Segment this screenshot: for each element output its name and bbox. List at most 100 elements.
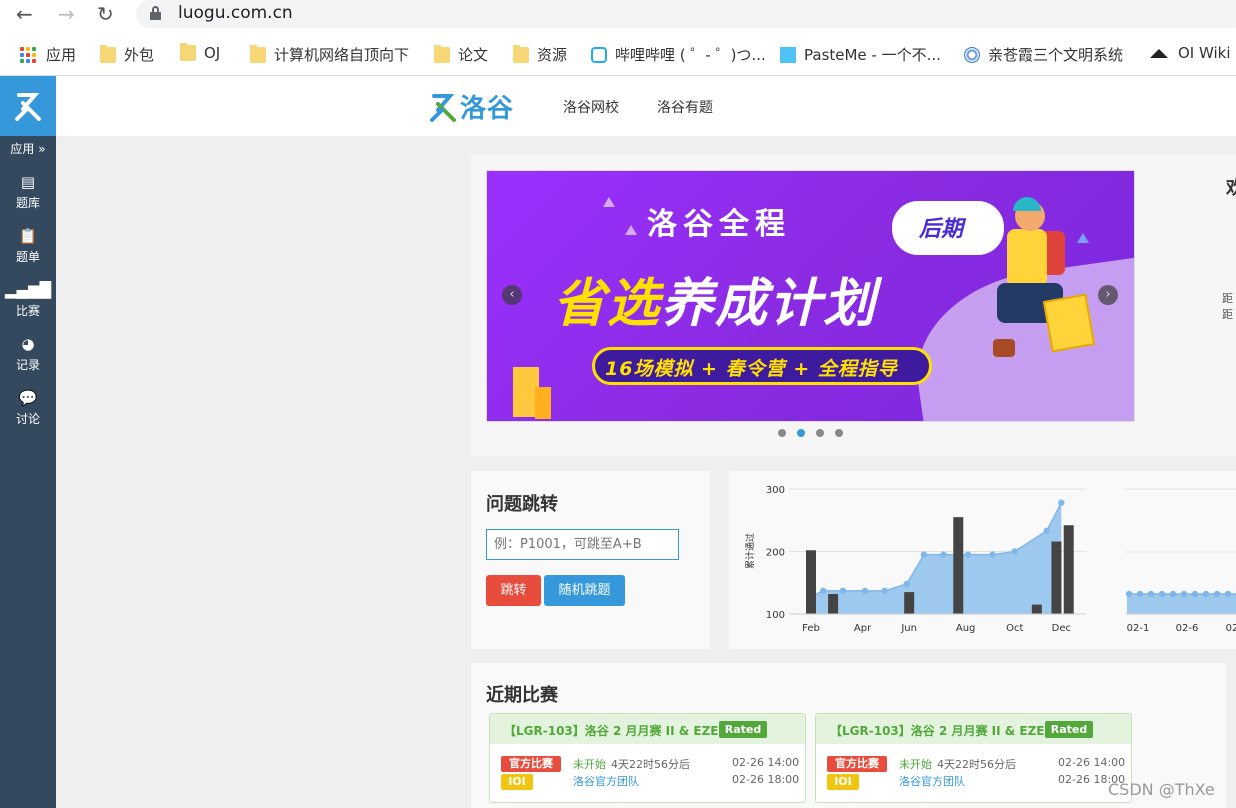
carousel-prev-icon[interactable]: ‹ (502, 285, 522, 305)
promo-banner[interactable]: 洛谷全程 省选养成计划 16场模拟 + 春令营 + 全程指导 后期 (486, 170, 1135, 422)
sidebar-item-problems[interactable]: ▤ 题库 (0, 172, 56, 211)
bookmark-oiwiki[interactable]: OI Wiki (1150, 44, 1231, 62)
sidebar-item-label: 比赛 (15, 304, 40, 318)
ioi-tag: IOI (501, 774, 533, 790)
folder-icon (513, 44, 529, 63)
speech-bubble-text: 后期 (919, 217, 964, 242)
bar (1051, 541, 1062, 614)
banner-line1: 洛谷全程 (647, 207, 791, 242)
pass-count-chart: 300 200 100 累计通过 Feb Apr Jun Aug Oct Dec 02-1 02-6 0… (744, 485, 1236, 634)
bookmark-oj[interactable]: OJ (180, 43, 221, 62)
area-point (903, 580, 910, 588)
carousel-dot[interactable] (816, 429, 824, 437)
bookmark-apps[interactable]: 应用 (20, 44, 76, 65)
banner-line3: 16场模拟 + 春令营 + 全程指导 (605, 358, 898, 380)
lock-icon[interactable] (150, 6, 161, 20)
folder-icon (180, 43, 196, 61)
bookmark-label: OJ (204, 44, 221, 62)
contest-status: 未开始 (899, 758, 932, 771)
problem-jump-input[interactable] (486, 529, 679, 560)
area-series-2 (1127, 594, 1236, 614)
forward-arrow-icon[interactable]: → (58, 2, 75, 26)
carousel-dot[interactable] (835, 429, 843, 437)
sidebar: 应用 » ▤ 题库 📋 题单 ▂▄▆█ 比赛 ◕ 记录 💬 讨论 (0, 76, 56, 808)
sidebar-item-label: 讨论 (15, 412, 40, 426)
bookmark-pasteme[interactable]: PasteMe - 一个不... (780, 44, 941, 65)
nav-luogu-youti[interactable]: 洛谷有题 (657, 97, 713, 117)
brand-logo[interactable]: 洛谷 (430, 88, 514, 125)
reload-icon[interactable]: ↻ (97, 2, 114, 26)
problem-jump-title: 问题跳转 (486, 494, 558, 515)
side-panel-line: 距 (1222, 292, 1233, 305)
contest-start: 02-26 14:00 (732, 756, 800, 769)
area-series (811, 502, 1062, 614)
area-point (940, 551, 947, 558)
back-arrow-icon[interactable]: ← (16, 2, 33, 26)
person-cap-shape (1013, 197, 1041, 211)
double-chevron-right-icon: » (34, 142, 46, 156)
url-box[interactable] (136, 0, 1236, 28)
y-tick-label: 100 (766, 610, 785, 621)
sidebar-item-discuss[interactable]: 💬 讨论 (0, 388, 56, 427)
sidebar-item-records[interactable]: ◕ 记录 (0, 334, 56, 373)
sparkle-shape (625, 225, 637, 235)
contest-start: 02-26 14:00 (1058, 756, 1126, 769)
luogu-logo[interactable] (0, 76, 56, 136)
contest-card[interactable]: 【LGR-103】洛谷 2 月月赛 II & EZEC... Rated 官方比… (489, 713, 806, 803)
carousel-next-icon[interactable]: › (1098, 285, 1118, 305)
x-tick-label: 02-1 (1127, 623, 1150, 634)
browser-address-bar: ← → ↻ luogu.com.cn (0, 0, 1236, 30)
bookmark-label: 计算机网络自顶向下 (274, 46, 410, 64)
banner-cube-shape (535, 387, 551, 419)
graduation-cap-icon (1150, 48, 1168, 58)
bar (828, 594, 839, 614)
folder-icon (100, 44, 116, 63)
x-tick-label: Jun (900, 623, 917, 634)
person-boot-shape (993, 339, 1015, 357)
nav-luogu-school[interactable]: 洛谷网校 (563, 97, 619, 117)
area-point (820, 587, 827, 595)
watermark: CSDN @ThXe (1108, 780, 1215, 799)
sidebar-apps-toggle[interactable]: 应用 » (0, 140, 56, 157)
carousel-dot[interactable] (778, 429, 786, 437)
jump-button[interactable]: 跳转 (486, 575, 541, 606)
contest-status: 未开始 (573, 758, 606, 771)
bookmark-label: 哔哩哔哩 ( ゜- ゜)つ... (615, 46, 766, 64)
contest-host[interactable]: 洛谷官方团队 (573, 773, 639, 789)
bar (904, 592, 915, 614)
contest-card[interactable]: 【LGR-103】洛谷 2 月月赛 II & EZEC... Rated 官方比… (815, 713, 1132, 803)
bar (1063, 525, 1074, 614)
side-panel-line: 距 (1222, 308, 1233, 321)
top-header: 洛谷 洛谷网校 洛谷有题 (56, 76, 1236, 136)
luogu-brand-icon (430, 93, 456, 122)
url-text[interactable]: luogu.com.cn (178, 3, 293, 23)
comments-icon: 💬 (18, 389, 38, 407)
sidebar-item-contests[interactable]: ▂▄▆█ 比赛 (0, 280, 56, 319)
bookmark-waibao[interactable]: 外包 (100, 44, 154, 65)
contest-host[interactable]: 洛谷官方团队 (899, 773, 965, 789)
side-panel-title: 欢 (1226, 178, 1236, 199)
bookmark-papers[interactable]: 论文 (434, 44, 488, 65)
apps-grid-icon (20, 46, 36, 63)
rated-badge: Rated (1045, 721, 1093, 738)
contest-name[interactable]: 【LGR-103】洛谷 2 月月赛 II & EZEC... (830, 722, 1067, 739)
bar (953, 517, 964, 614)
bookmark-label: OI Wiki (1178, 44, 1231, 62)
x-tick-label: Apr (854, 623, 872, 634)
bookmark-civilization[interactable]: 亲苍霞三个文明系统 (964, 44, 1123, 65)
sidebar-item-label: 题单 (15, 250, 40, 264)
random-jump-button[interactable]: 随机跳题 (544, 575, 625, 606)
sidebar-item-problem-lists[interactable]: 📋 题单 (0, 226, 56, 265)
area-point (1058, 499, 1065, 506)
person-book-shape (1042, 293, 1096, 353)
contest-name[interactable]: 【LGR-103】洛谷 2 月月赛 II & EZEC... (504, 722, 741, 739)
bookmark-network[interactable]: 计算机网络自顶向下 (250, 44, 409, 65)
y-tick-label: 200 (766, 548, 785, 559)
carousel-dot-active[interactable] (797, 429, 805, 437)
bookmark-resources[interactable]: 资源 (513, 44, 567, 65)
y-tick-label: 300 (766, 485, 785, 496)
bookmark-bilibili[interactable]: 哔哩哔哩 ( ゜- ゜)つ... (591, 44, 766, 65)
banner-line2: 省选养成计划 (553, 261, 877, 336)
ioi-tag: IOI (827, 774, 859, 790)
area-point (881, 587, 888, 595)
